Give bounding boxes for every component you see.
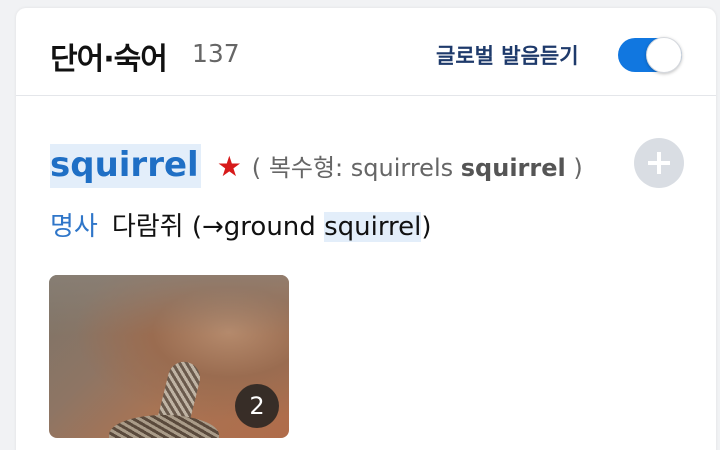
card-header: 단어·숙어 137 글로벌 발음듣기 [16,8,716,96]
image-background [49,275,289,335]
section-title: 단어·숙어 [50,42,168,77]
star-icon: ★ [216,150,242,183]
dictionary-card: 단어·숙어 137 글로벌 발음듣기 squirrel ★ ( 복수형: squ… [16,8,716,450]
result-count: 137 [192,39,240,68]
plural-info: ( 복수형: squirrels squirrel ) [252,148,583,183]
meaning-suffix: ) [421,212,432,242]
squirrel-fur-image [109,415,219,438]
plural-form: squirrels [350,154,454,182]
meaning-highlight-link[interactable]: squirrel [324,212,422,242]
toggle-knob [646,37,682,73]
meaning-text: 다람쥐 (→ground [111,212,325,242]
add-wordbook-button[interactable] [634,138,684,188]
entry-headline: squirrel ★ ( 복수형: squirrels squirrel ) [50,144,583,188]
image-count-badge: 2 [235,384,279,428]
squirrel-image-thumbnail[interactable]: 2 [49,275,289,438]
plural-base-word[interactable]: squirrel [461,154,566,182]
headword-link[interactable]: squirrel [50,144,201,188]
part-of-speech: 명사 [50,212,98,242]
plural-open-paren: ( [251,154,262,182]
plural-label: 복수형: [268,154,344,182]
plural-close-paren: ) [573,154,583,182]
global-pronunciation-toggle[interactable] [618,37,682,73]
meaning-line: 명사 다람쥐 (→ground squirrel) [50,206,432,243]
global-pronunciation-label[interactable]: 글로벌 발음듣기 [436,40,579,70]
